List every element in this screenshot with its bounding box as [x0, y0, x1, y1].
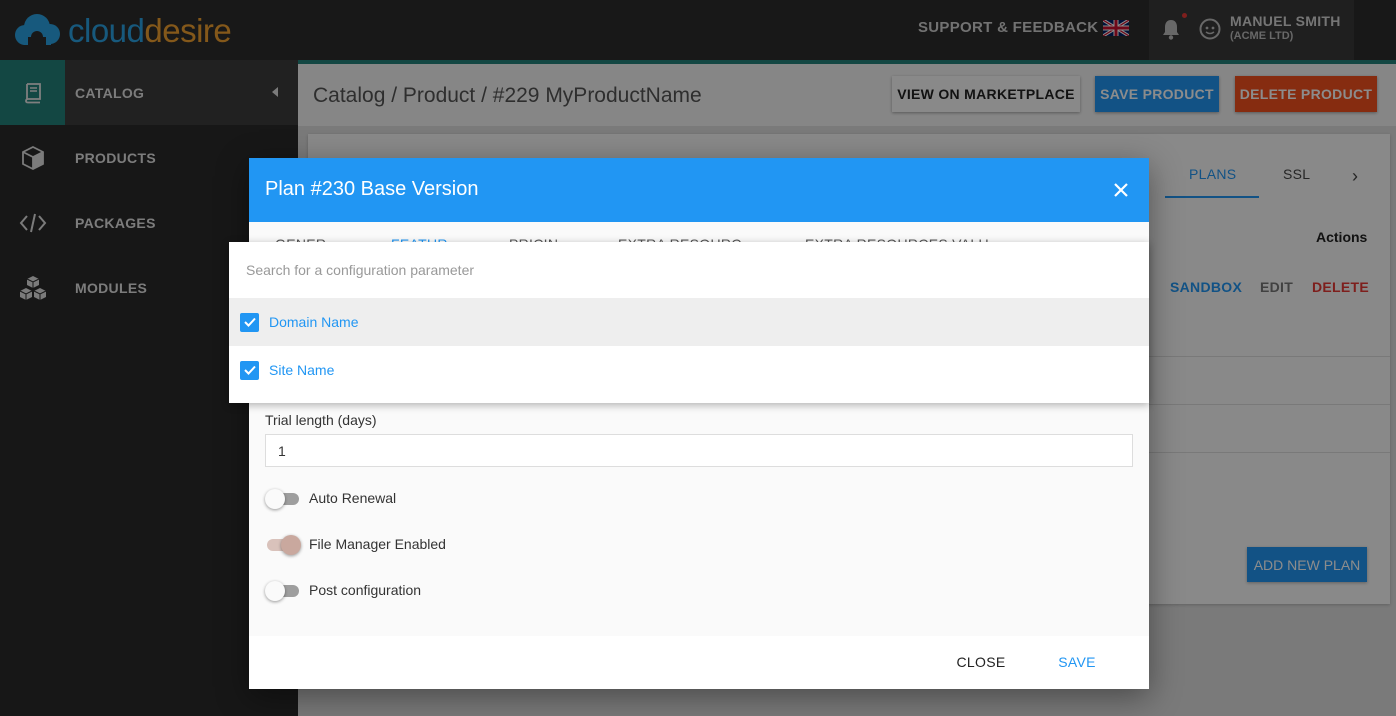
option-domain-name[interactable]: Domain Name [229, 298, 1149, 346]
plan-dialog: Plan #230 Base Version GENER FEATUR PRIC… [249, 158, 1149, 689]
file-manager-toggle[interactable] [265, 532, 301, 556]
option-label: Domain Name [269, 314, 359, 330]
post-configuration-toggle[interactable] [265, 578, 301, 602]
post-configuration-toggle-row[interactable]: Post configuration [265, 578, 421, 602]
option-site-name[interactable]: Site Name [229, 346, 1149, 394]
auto-renewal-toggle[interactable] [265, 486, 301, 510]
dialog-header: Plan #230 Base Version [249, 158, 1149, 222]
trial-length-input[interactable] [265, 434, 1133, 467]
checkmark-icon [243, 365, 256, 375]
toggle-label: Post configuration [309, 582, 422, 598]
file-manager-toggle-row[interactable]: File Manager Enabled [265, 532, 446, 556]
dialog-tabs: GENER FEATUR PRICIN EXTRA RESOURC EXTRA … [249, 222, 1149, 244]
option-label: Site Name [269, 362, 335, 378]
checkbox-checked[interactable] [240, 312, 259, 332]
trial-length-label: Trial length (days) [265, 412, 377, 428]
toggle-label: File Manager Enabled [309, 536, 446, 552]
checkbox-checked[interactable] [240, 360, 259, 380]
configuration-parameter-dropdown: Domain Name Site Name [229, 242, 1149, 403]
close-icon[interactable] [1111, 180, 1131, 200]
dialog-title: Plan #230 Base Version [265, 178, 479, 200]
save-button[interactable]: SAVE [1037, 644, 1117, 680]
parameter-search-input[interactable] [229, 242, 1149, 298]
checkmark-icon [243, 317, 256, 327]
toggle-label: Auto Renewal [309, 490, 397, 506]
close-button[interactable]: CLOSE [941, 644, 1021, 680]
auto-renewal-toggle-row[interactable]: Auto Renewal [265, 486, 396, 510]
dialog-footer: CLOSE SAVE [249, 636, 1149, 689]
